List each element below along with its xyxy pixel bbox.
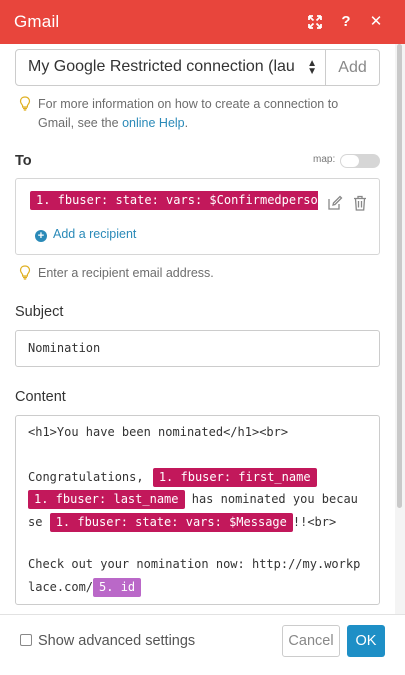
connection-select[interactable]: My Google Restricted connection (lau ▲ ▼ <box>15 49 326 86</box>
content-text: se <box>28 515 50 529</box>
message-pill[interactable]: 1. fbuser: state: vars: $Message <box>49 513 293 532</box>
content-editor[interactable]: <h1>You have been nominated</h1><br> Con… <box>15 415 380 605</box>
content-line: lace.com/5. id <box>28 578 142 597</box>
dialog-header: Gmail ? ✕ <box>0 0 405 44</box>
close-icon[interactable]: ✕ <box>366 11 386 33</box>
id-pill[interactable]: 5. id <box>93 578 142 597</box>
lightbulb-icon <box>19 96 31 111</box>
recipient-variable-pill[interactable]: 1. fbuser: state: vars: $Confirmedperso <box>30 191 318 210</box>
subject-input[interactable]: Nomination <box>15 330 380 367</box>
content-line: se 1. fbuser: state: vars: $Message !!<br… <box>28 513 336 532</box>
advanced-settings-label: Show advanced settings <box>38 633 196 649</box>
last-name-pill[interactable]: 1. fbuser: last_name <box>28 490 185 509</box>
content-line: 1. fbuser: last_name has nominated you b… <box>28 490 358 509</box>
subject-label: Subject <box>15 304 64 320</box>
content-label: Content <box>15 389 66 405</box>
content-text: lace.com/ <box>28 580 94 594</box>
trash-icon[interactable] <box>353 195 367 211</box>
scrollbar-thumb[interactable] <box>397 44 402 508</box>
cancel-button[interactable]: Cancel <box>282 625 340 657</box>
expand-icon[interactable] <box>305 11 325 33</box>
recipient-hint: Enter a recipient email address. <box>19 264 369 283</box>
advanced-settings-checkbox[interactable]: Show advanced settings <box>20 633 195 649</box>
content-text: has nominated you becau <box>184 492 358 506</box>
add-recipient-label: Add a recipient <box>53 227 137 241</box>
first-name-pill[interactable]: 1. fbuser: first_name <box>152 468 317 487</box>
connection-hint-suffix: . <box>184 116 189 130</box>
ok-button[interactable]: OK <box>347 625 385 657</box>
map-label: map: <box>313 154 336 165</box>
plus-circle-icon: + <box>35 230 47 242</box>
dialog-title: Gmail <box>14 12 60 31</box>
recipient-hint-text: Enter a recipient email address. <box>38 266 214 280</box>
map-toggle[interactable] <box>340 154 380 168</box>
content-line: Check out your nomination now: http://my… <box>28 557 361 571</box>
dialog-footer: Show advanced settings Cancel OK <box>0 614 405 675</box>
content-text: Congratulations, <box>28 470 151 484</box>
connection-select-value: My Google Restricted connection (lau <box>28 58 295 75</box>
map-toggle-knob <box>341 155 359 167</box>
add-recipient-button[interactable]: + Add a recipient <box>35 227 136 242</box>
content-line: Congratulations, 1. fbuser: first_name <box>28 468 317 487</box>
edit-icon[interactable] <box>327 195 343 211</box>
lightbulb-icon <box>19 265 31 280</box>
online-help-link[interactable]: online Help <box>122 116 185 130</box>
help-icon[interactable]: ? <box>336 11 356 33</box>
add-connection-button[interactable]: Add <box>325 49 380 86</box>
checkbox-icon <box>20 634 32 646</box>
content-text: !!<br> <box>292 515 337 529</box>
content-line: <h1>You have been nominated</h1><br> <box>28 425 289 439</box>
connection-hint: For more information on how to create a … <box>19 95 369 133</box>
to-label: To <box>15 153 32 169</box>
recipients-box: 1. fbuser: state: vars: $Confirmedperso … <box>15 178 380 255</box>
select-caret-icon: ▲ ▼ <box>307 58 317 77</box>
recipient-field[interactable]: 1. fbuser: state: vars: $Confirmedperso <box>30 191 318 210</box>
